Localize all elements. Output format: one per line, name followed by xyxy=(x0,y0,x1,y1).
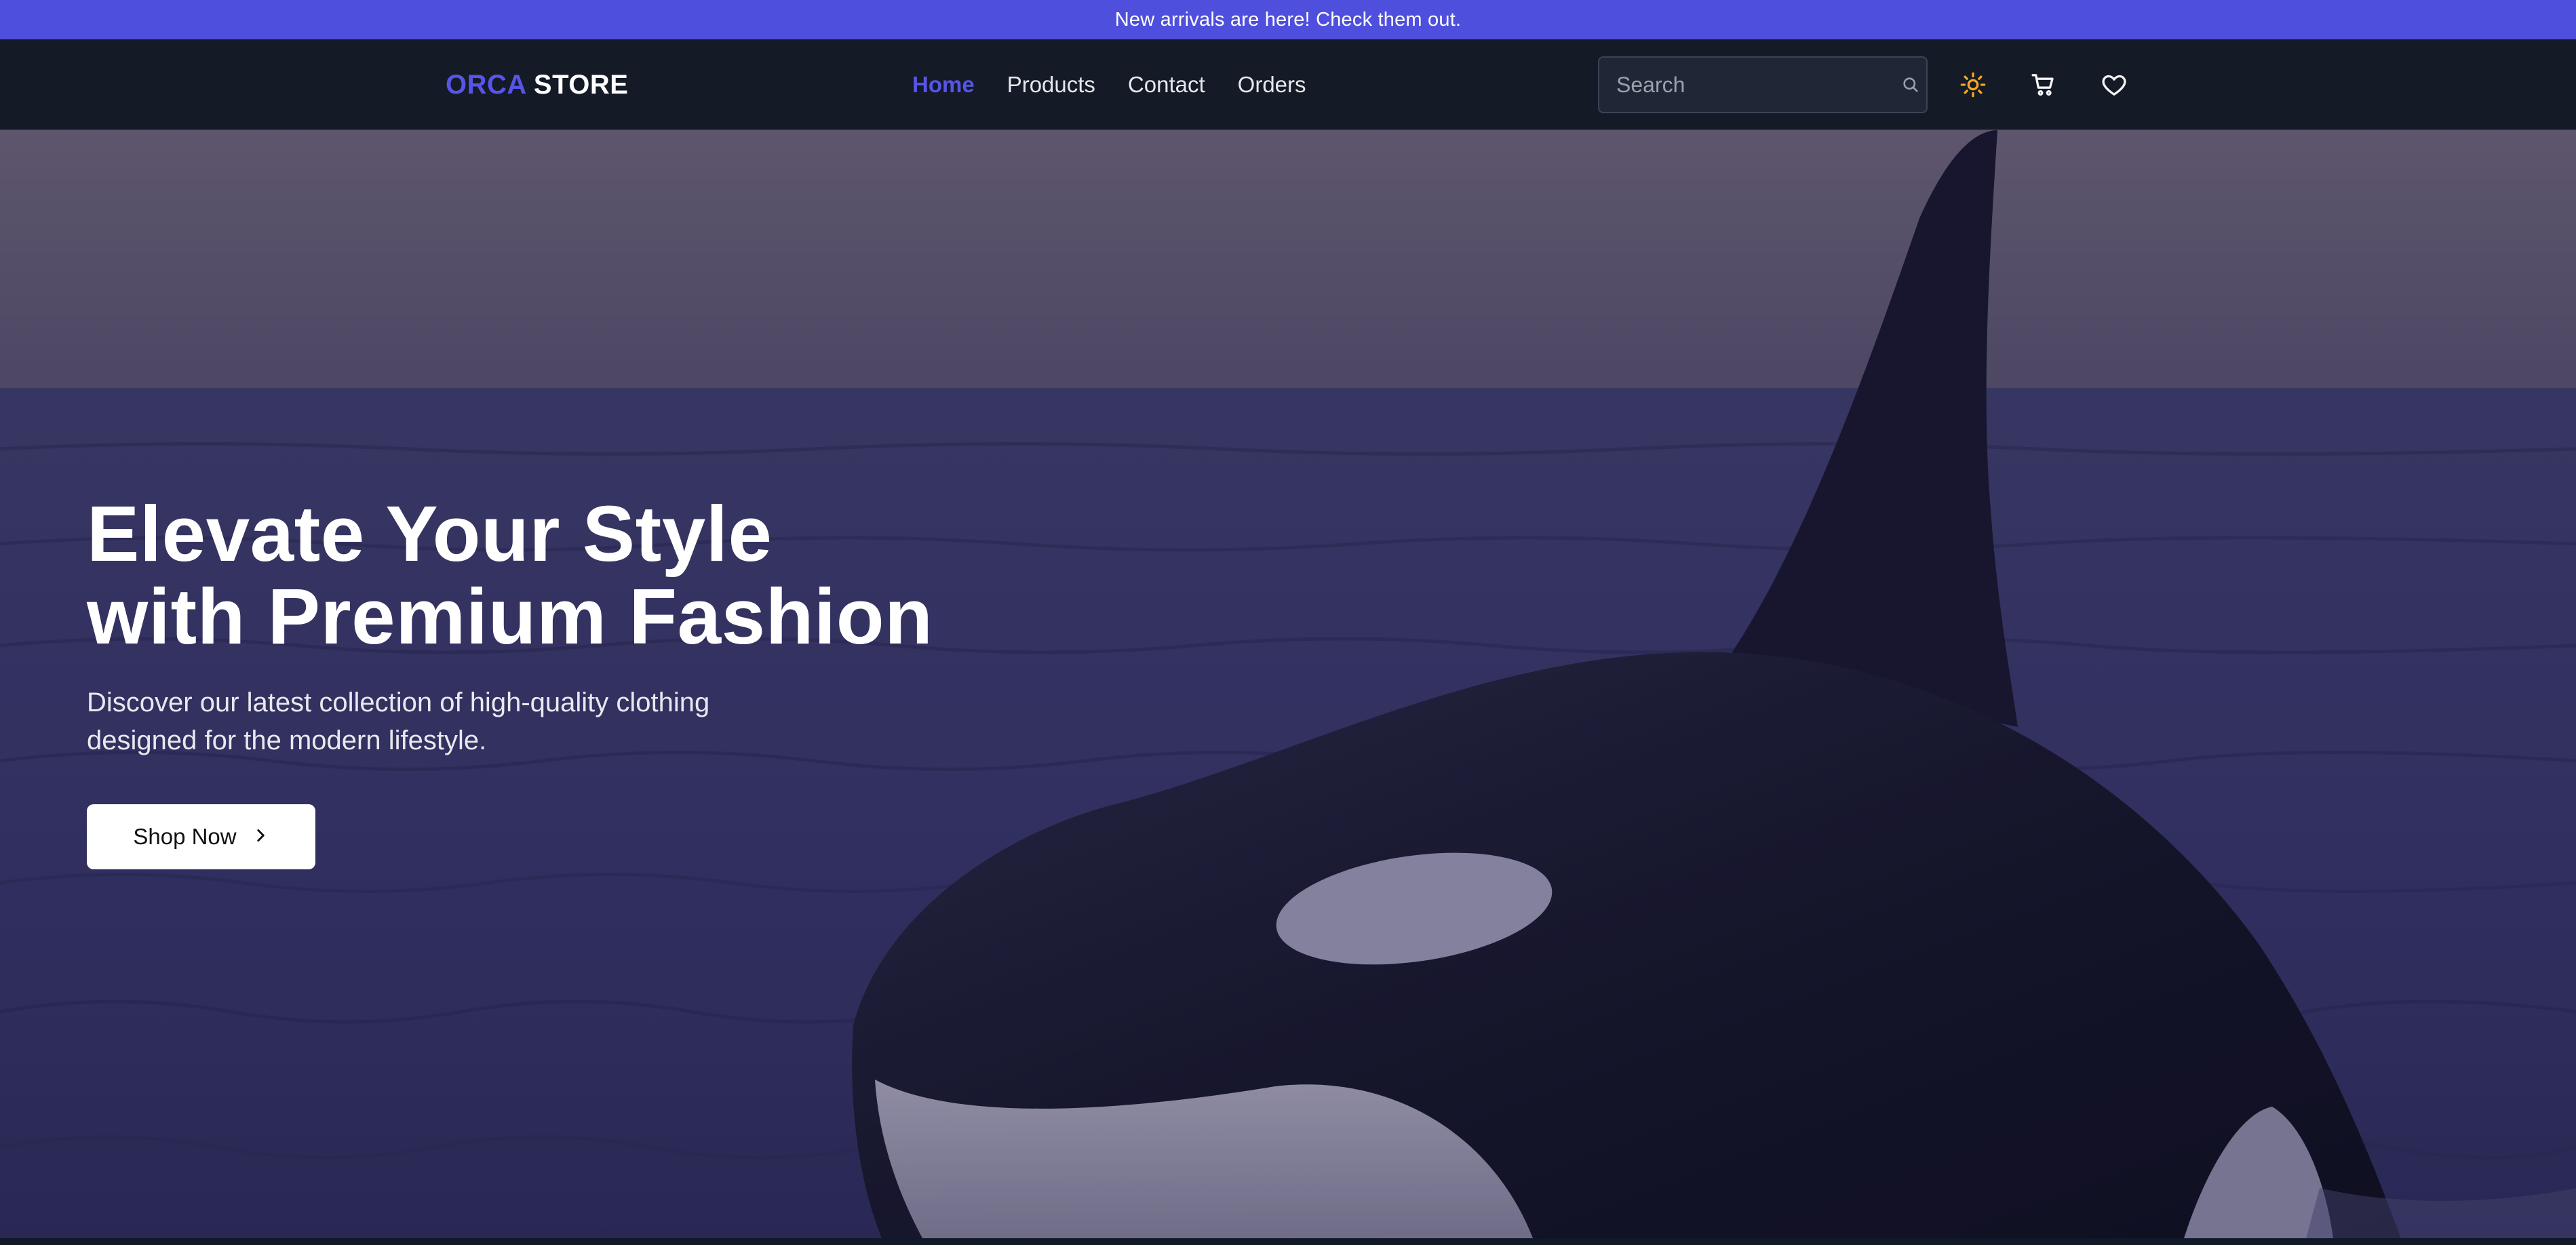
brand-logo[interactable]: ORCA STORE xyxy=(446,68,628,102)
nav-orders[interactable]: Orders xyxy=(1238,72,1306,98)
main-nav: Home Products Contact Orders xyxy=(912,68,1306,102)
navbar: ORCA STORE Home Products Contact Orders xyxy=(0,39,2576,130)
announcement-bar: New arrivals are here! Check them out. xyxy=(0,0,2576,39)
page-bottom-edge xyxy=(0,1238,2576,1245)
chevron-right-icon xyxy=(252,824,269,850)
hero-headline-line-1: Elevate Your Style xyxy=(87,490,773,578)
hero-subtext: Discover our latest collection of high-q… xyxy=(87,684,833,759)
shop-now-label: Shop Now xyxy=(133,824,237,849)
brand-name: STORE xyxy=(526,70,629,100)
nav-contact[interactable]: Contact xyxy=(1128,72,1205,98)
announcement-text: New arrivals are here! Check them out. xyxy=(1114,8,1462,31)
heart-icon[interactable] xyxy=(2098,68,2130,101)
hero-headline: Elevate Your Style with Premium Fashion xyxy=(87,492,1172,658)
search-icon[interactable] xyxy=(1901,73,1920,96)
hero-subtext-line-1: Discover our latest collection of high-q… xyxy=(87,688,710,717)
nav-home[interactable]: Home xyxy=(912,72,975,98)
nav-products[interactable]: Products xyxy=(1007,72,1095,98)
cart-icon[interactable] xyxy=(2027,68,2060,101)
search-input[interactable] xyxy=(1616,72,1901,98)
brand-accent: ORCA xyxy=(446,70,526,100)
sun-icon[interactable] xyxy=(1957,68,1989,101)
search-box xyxy=(1598,56,1928,113)
shop-now-button[interactable]: Shop Now xyxy=(87,804,315,869)
hero-headline-line-2: with Premium Fashion xyxy=(87,572,933,660)
hero-subtext-line-2: designed for the modern lifestyle. xyxy=(87,726,487,755)
